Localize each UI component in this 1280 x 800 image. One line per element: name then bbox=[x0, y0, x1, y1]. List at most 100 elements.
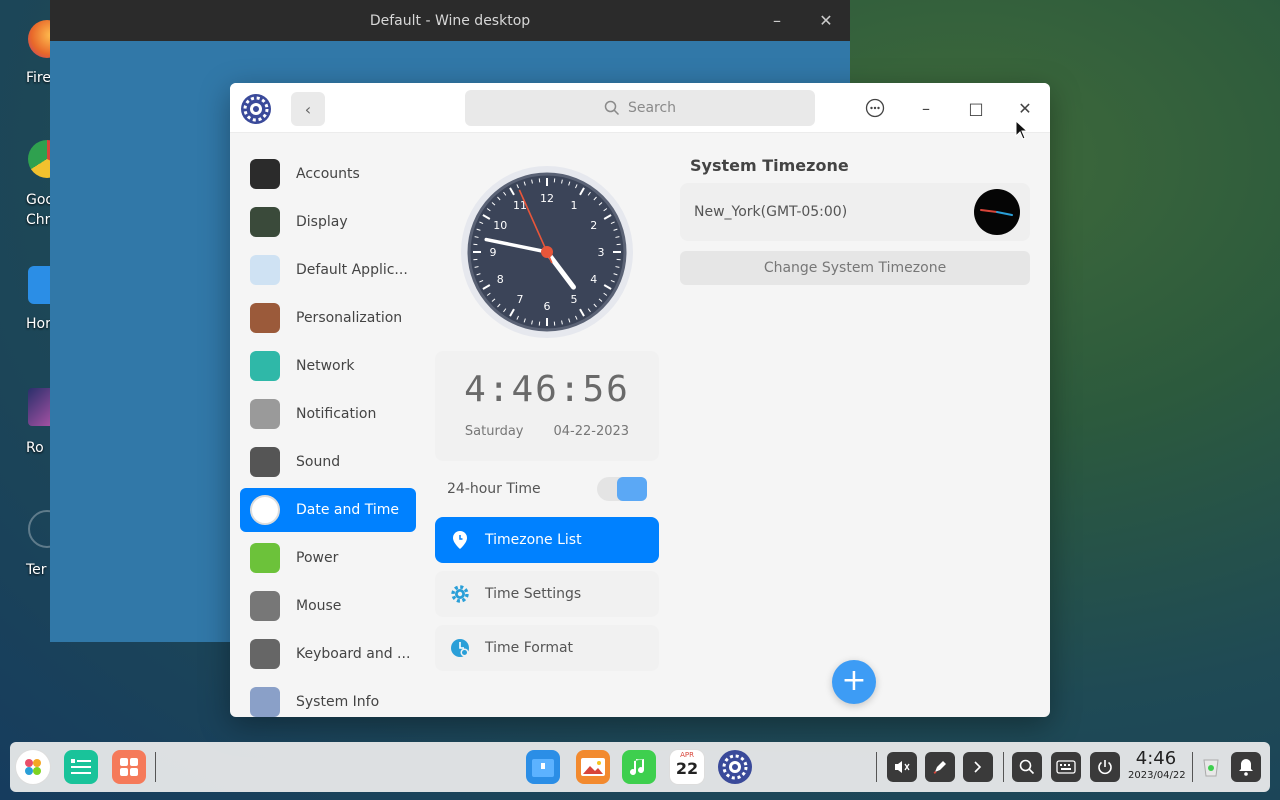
timezone-title: System Timezone bbox=[690, 156, 849, 175]
plus-icon: + bbox=[841, 663, 867, 698]
hour24-toggle[interactable] bbox=[597, 477, 647, 501]
dock-time: 4:46 bbox=[1135, 748, 1177, 769]
digital-time: 4:46:56 bbox=[464, 369, 630, 410]
sound-icon bbox=[250, 447, 280, 477]
default-apps-icon bbox=[250, 255, 280, 285]
search-input[interactable]: Search bbox=[465, 90, 815, 126]
keyboard-icon bbox=[250, 639, 280, 669]
tab-time-format[interactable]: Time Format bbox=[435, 625, 659, 671]
timezone-clock-icon bbox=[974, 189, 1020, 235]
mouse-icon bbox=[250, 591, 280, 621]
trash-button[interactable] bbox=[1194, 750, 1228, 784]
tab-label: Time Format bbox=[485, 640, 574, 656]
wine-close-button[interactable]: ✕ bbox=[814, 9, 838, 33]
sidebar-item-keyboard-and[interactable]: Keyboard and ... bbox=[240, 632, 416, 676]
menu-button[interactable] bbox=[860, 93, 890, 123]
tab-time-settings[interactable]: Time Settings bbox=[435, 571, 659, 617]
search-placeholder: Search bbox=[627, 100, 677, 116]
dock-clock[interactable]: 4:46 2023/04/22 bbox=[1128, 748, 1186, 782]
more-icon bbox=[865, 98, 885, 118]
sidebar-item-personalization[interactable]: Personalization bbox=[240, 296, 416, 340]
dock-date: 2023/04/22 bbox=[1128, 770, 1186, 781]
minimize-button[interactable]: – bbox=[911, 93, 941, 123]
gear-icon bbox=[449, 583, 471, 605]
music-icon bbox=[630, 759, 645, 776]
location-pin-icon bbox=[449, 529, 471, 551]
file-manager-icon bbox=[532, 759, 554, 777]
clock-number: 12 bbox=[540, 192, 554, 205]
timezone-value: New_York(GMT-05:00) bbox=[694, 204, 848, 220]
dock-separator bbox=[876, 752, 877, 782]
time-format-icon bbox=[449, 637, 471, 659]
sidebar-item-label: Date and Time bbox=[296, 502, 399, 518]
sidebar-item-display[interactable]: Display bbox=[240, 200, 416, 244]
workspace-icon bbox=[120, 758, 138, 776]
clock-number: 5 bbox=[571, 293, 578, 306]
network-icon bbox=[250, 351, 280, 381]
sidebar-item-date-and-time[interactable]: Date and Time bbox=[240, 488, 416, 532]
sidebar-item-label: Display bbox=[296, 214, 348, 230]
desktop-icon-label: Hor bbox=[26, 316, 51, 332]
analog-clock: 12 1 2 3 4 5 6 7 8 9 10 11 bbox=[435, 153, 659, 351]
sidebar-item-mouse[interactable]: Mouse bbox=[240, 584, 416, 628]
keyboard-icon bbox=[1056, 760, 1076, 774]
sidebar-item-power[interactable]: Power bbox=[240, 536, 416, 580]
sidebar-item-label: Accounts bbox=[296, 166, 360, 182]
desktop-icon-label: Ro bbox=[26, 440, 44, 456]
workspace-button[interactable] bbox=[112, 750, 146, 784]
wine-titlebar[interactable]: Default - Wine desktop – ✕ bbox=[50, 0, 850, 41]
file-manager-button[interactable] bbox=[526, 750, 560, 784]
clock-number: 1 bbox=[571, 199, 578, 212]
sidebar-item-system-info[interactable]: System Info bbox=[240, 680, 416, 717]
keyboard-button[interactable] bbox=[1051, 752, 1081, 782]
control-center-titlebar[interactable]: ‹ Search – □ ✕ bbox=[230, 83, 1050, 133]
dock-separator bbox=[1192, 752, 1193, 782]
system-info-icon bbox=[250, 687, 280, 717]
current-date: Saturday 04-22-2023 bbox=[435, 424, 659, 439]
close-button[interactable]: ✕ bbox=[1010, 93, 1040, 123]
change-timezone-button[interactable]: Change System Timezone bbox=[680, 251, 1030, 285]
toggle-knob bbox=[617, 477, 647, 501]
bell-icon bbox=[1239, 759, 1253, 776]
control-center-dock-button[interactable] bbox=[718, 750, 752, 784]
power-button[interactable] bbox=[1090, 752, 1120, 782]
clock-number: 9 bbox=[490, 246, 497, 259]
chevron-right-icon bbox=[974, 761, 982, 773]
calendar-button[interactable]: APR 22 bbox=[670, 750, 704, 784]
expand-tray-button[interactable] bbox=[963, 752, 993, 782]
search-icon bbox=[604, 100, 619, 116]
sidebar: Accounts Display Default Applic... Personal… bbox=[240, 152, 416, 717]
add-timezone-button[interactable]: + bbox=[832, 660, 876, 704]
back-button[interactable]: ‹ bbox=[291, 92, 325, 126]
search-dock-button[interactable] bbox=[1012, 752, 1042, 782]
launcher-button[interactable] bbox=[16, 750, 50, 784]
sidebar-item-label: Notification bbox=[296, 406, 377, 422]
battery-icon bbox=[250, 543, 280, 573]
sidebar-item-sound[interactable]: Sound bbox=[240, 440, 416, 484]
image-viewer-button[interactable] bbox=[576, 750, 610, 784]
sidebar-item-notification[interactable]: Notification bbox=[240, 392, 416, 436]
display-icon bbox=[250, 207, 280, 237]
sidebar-item-default-applic[interactable]: Default Applic... bbox=[240, 248, 416, 292]
sidebar-item-label: System Info bbox=[296, 694, 380, 710]
sidebar-item-accounts[interactable]: Accounts bbox=[240, 152, 416, 196]
multitasking-view-button[interactable] bbox=[64, 750, 98, 784]
sidebar-item-network[interactable]: Network bbox=[240, 344, 416, 388]
clock-number: 8 bbox=[497, 273, 504, 286]
tab-label: Timezone List bbox=[485, 532, 582, 548]
desktop-icon-label: Fire bbox=[26, 70, 51, 86]
tab-timezone-list[interactable]: Timezone List bbox=[435, 517, 659, 563]
pen-button[interactable] bbox=[925, 752, 955, 782]
wine-minimize-button[interactable]: – bbox=[765, 9, 789, 33]
wine-title: Default - Wine desktop bbox=[369, 12, 531, 29]
power-icon bbox=[1098, 760, 1112, 775]
control-center-window: ‹ Search – □ ✕ Accounts Display Default Ap… bbox=[230, 83, 1050, 717]
sidebar-item-label: Personalization bbox=[296, 310, 403, 326]
maximize-button[interactable]: □ bbox=[961, 93, 991, 123]
hour24-row: 24-hour Time bbox=[435, 469, 659, 509]
music-button[interactable] bbox=[622, 750, 656, 784]
accounts-icon bbox=[250, 159, 280, 189]
dock-separator bbox=[155, 752, 156, 782]
notification-button[interactable] bbox=[1231, 752, 1261, 782]
volume-muted-button[interactable] bbox=[887, 752, 917, 782]
